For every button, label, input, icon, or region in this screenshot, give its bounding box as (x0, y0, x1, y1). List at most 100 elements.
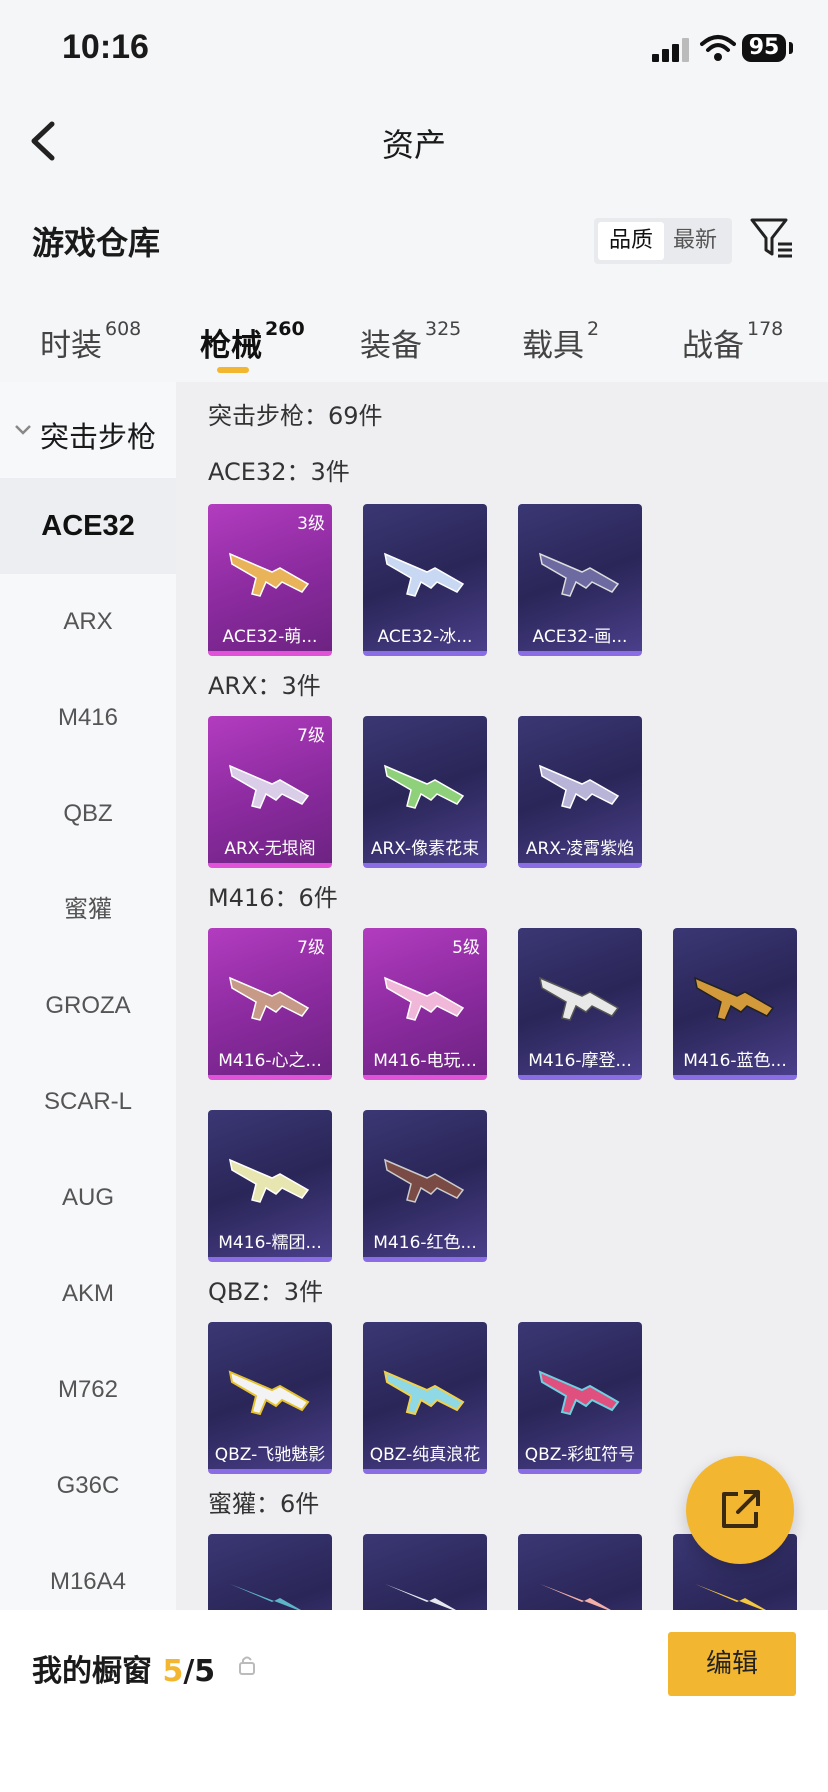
showcase-used-count: 5 (162, 1654, 184, 1689)
sidebar-item-m416[interactable]: M416 (0, 670, 176, 766)
status-time: 10:16 (62, 28, 149, 66)
share-button[interactable] (686, 1456, 794, 1564)
card-label: QBZ-彩虹符号 (524, 1445, 636, 1465)
card-level: 7级 (297, 938, 325, 958)
weapon-card[interactable]: ARX-凌霄紫焰 (518, 716, 642, 868)
weapon-card[interactable]: QBZ-纯真浪花 (363, 1322, 487, 1474)
sidebar-category-label: 突击步枪 (40, 420, 157, 454)
tab-label: 时装 (40, 328, 102, 364)
sidebar-item-g36c[interactable]: G36C (0, 1438, 176, 1534)
card-label: ACE32-画... (532, 627, 628, 647)
weapon-card[interactable]: M416-蓝色... (673, 928, 797, 1080)
wifi-icon (700, 35, 736, 61)
card-label: M416-摩登... (528, 1051, 632, 1071)
card-label: ARX-像素花束 (370, 839, 480, 859)
sidebar-item-honey-badger[interactable]: 蜜獾 (0, 862, 176, 958)
card-label: M416-心之... (218, 1051, 322, 1071)
card-label: M416-糯团... (218, 1233, 322, 1253)
group-title-ace32: ACE32：3件 (208, 458, 350, 486)
tab-count: 260 (265, 318, 305, 340)
lock-icon (239, 1656, 255, 1675)
weapon-skin-icon (228, 764, 310, 809)
card-label: QBZ-飞驰魅影 (214, 1445, 326, 1465)
signal-icon (652, 38, 689, 62)
status-bar: 10:16 95 (0, 0, 828, 100)
weapon-card[interactable]: 5级 M416-电玩... (363, 928, 487, 1080)
sidebar-item-arx[interactable]: ARX (0, 574, 176, 670)
tab-fashion[interactable]: 时装 608 (40, 318, 142, 365)
edit-button[interactable]: 编辑 (668, 1632, 796, 1696)
sidebar-item-qbz[interactable]: QBZ (0, 766, 176, 862)
tab-firearms[interactable]: 枪械 260 (200, 318, 305, 365)
weapon-card[interactable]: QBZ-飞驰魅影 (208, 1322, 332, 1474)
sidebar-item-aug[interactable]: AUG (0, 1150, 176, 1246)
share-icon (722, 1490, 760, 1528)
sort-toggle: 品质 最新 (594, 218, 732, 264)
tab-vehicles[interactable]: 载具 2 (522, 318, 600, 365)
sidebar-item-m762[interactable]: M762 (0, 1342, 176, 1438)
card-label: M416-红色... (373, 1233, 477, 1253)
card-level: 7级 (297, 726, 325, 746)
sort-newest-button[interactable]: 最新 (662, 222, 728, 260)
weapon-skin-icon (383, 764, 465, 809)
category-tabs: 时装 608 枪械 260 装备 325 载具 2 战备 178 (0, 310, 828, 382)
tab-label: 载具 (522, 328, 584, 364)
sidebar-item-scar-l[interactable]: SCAR-L (0, 1054, 176, 1150)
tab-count: 2 (587, 318, 600, 340)
weapon-card[interactable]: M416-糯团... (208, 1110, 332, 1262)
weapon-card[interactable]: 3级 ACE32-萌... (208, 504, 332, 656)
sidebar-item-groza[interactable]: GROZA (0, 958, 176, 1054)
weapon-skin-icon (693, 976, 775, 1021)
tab-label: 枪械 (200, 328, 262, 364)
tab-count: 325 (425, 318, 462, 340)
weapon-skin-icon (383, 1370, 465, 1416)
page-title: 资产 (381, 126, 446, 164)
weapon-skin-icon (540, 1584, 611, 1610)
tab-label: 装备 (360, 328, 422, 364)
sort-quality-button[interactable]: 品质 (598, 222, 664, 260)
weapon-card[interactable] (518, 1534, 642, 1610)
filter-icon[interactable] (748, 214, 794, 260)
group-title-qbz: QBZ：3件 (208, 1278, 324, 1306)
showcase-label: 我的橱窗 5/5 (32, 1646, 215, 1690)
battery-indicator: 95 (742, 34, 786, 62)
weapon-skin-icon (383, 552, 465, 597)
weapon-card[interactable]: ACE32-冰... (363, 504, 487, 656)
card-level: 5级 (452, 938, 480, 958)
weapon-skin-icon (230, 1584, 301, 1610)
card-label: ARX-凌霄紫焰 (525, 839, 635, 859)
sidebar-item-ace32[interactable]: ACE32 (0, 478, 176, 574)
tab-equipment[interactable]: 装备 325 (360, 318, 462, 365)
weapon-card[interactable]: M416-摩登... (518, 928, 642, 1080)
weapon-card[interactable]: 7级 ARX-无垠阁 (208, 716, 332, 868)
group-title-honey-badger: 蜜獾：6件 (208, 1490, 320, 1518)
weapon-skin-icon (383, 1158, 465, 1203)
weapon-card[interactable]: ARX-像素花束 (363, 716, 487, 868)
weapon-skin-icon (228, 1370, 310, 1416)
group-title-m416: M416：6件 (208, 884, 338, 912)
showcase-title: 我的橱窗 (32, 1654, 152, 1689)
tab-count: 608 (105, 318, 142, 340)
weapon-skin-icon (538, 1370, 620, 1416)
weapon-card[interactable]: M416-红色... (363, 1110, 487, 1262)
nav-bar: 资产 (0, 100, 828, 180)
card-label: QBZ-纯真浪花 (369, 1445, 481, 1465)
weapon-skin-icon (538, 552, 620, 597)
sidebar-category[interactable]: 突击步枪 (0, 382, 176, 478)
weapon-card[interactable]: 7级 M416-心之... (208, 928, 332, 1080)
section-total: 突击步枪：69件 (208, 402, 383, 430)
battery-cap (789, 42, 793, 54)
weapon-skin-icon (228, 552, 310, 597)
sidebar-item-m16a4[interactable]: M16A4 (0, 1534, 176, 1610)
weapon-card[interactable] (363, 1534, 487, 1610)
tab-supplies[interactable]: 战备 178 (682, 318, 783, 365)
card-label: ACE32-冰... (377, 627, 473, 647)
card-label: ACE32-萌... (222, 627, 318, 647)
weapon-card[interactable] (208, 1534, 332, 1610)
showcase-total-count: /5 (183, 1654, 216, 1689)
chevron-down-icon (15, 425, 31, 435)
weapon-card[interactable]: ACE32-画... (518, 504, 642, 656)
sidebar-item-akm[interactable]: AKM (0, 1246, 176, 1342)
weapon-skin-icon (228, 976, 310, 1021)
weapon-card[interactable]: QBZ-彩虹符号 (518, 1322, 642, 1474)
